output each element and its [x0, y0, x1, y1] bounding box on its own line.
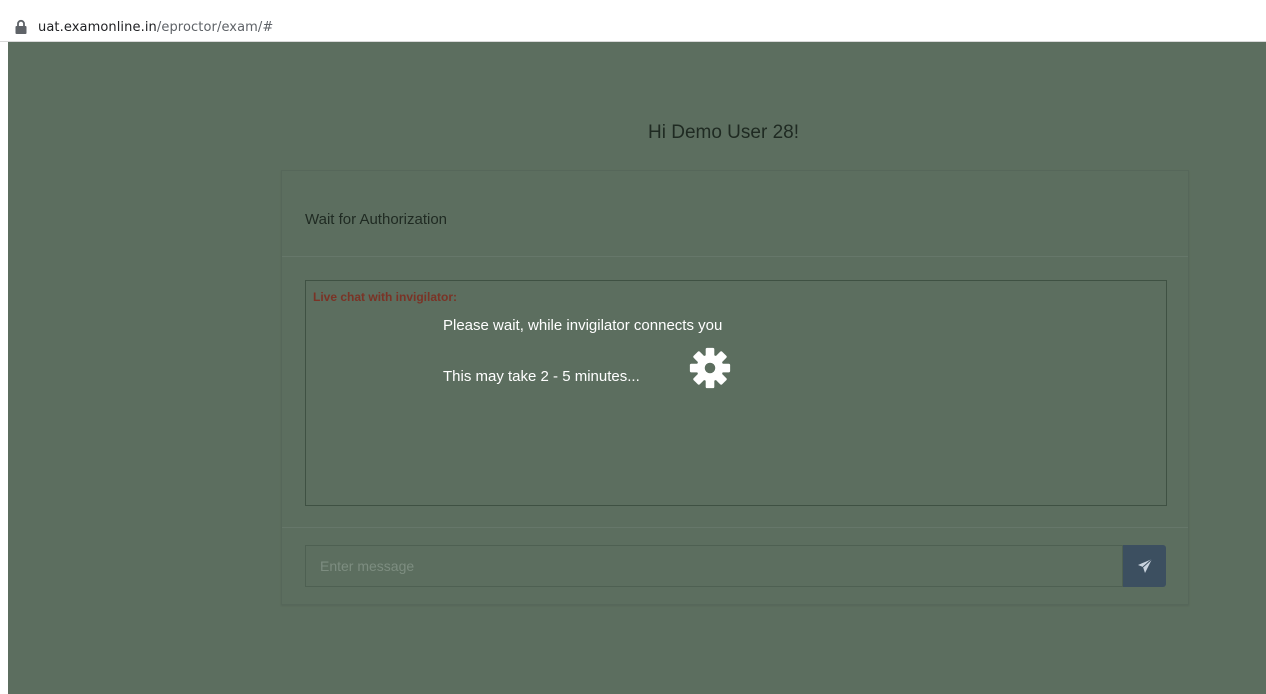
chat-label: Live chat with invigilator:: [313, 290, 458, 304]
greeting-heading: Hi Demo User 28!: [648, 122, 799, 143]
wait-message: Please wait, while invigilator connects …: [443, 317, 723, 334]
panel-header: Wait for Authorization: [282, 171, 1188, 257]
panel-title: Wait for Authorization: [305, 211, 448, 228]
url-host: uat.examonline.in: [38, 19, 157, 35]
panel-footer: [282, 527, 1188, 605]
page-content: Hi Demo User 28! Wait for Authorization …: [8, 42, 1266, 694]
address-bar[interactable]: uat.examonline.in/eproctor/exam/#: [0, 0, 1266, 42]
authorization-panel: Wait for Authorization Live chat with in…: [281, 170, 1189, 605]
url-row[interactable]: uat.examonline.in/eproctor/exam/#: [14, 17, 273, 37]
url-path: /eproctor/exam/#: [156, 19, 274, 35]
send-button[interactable]: [1123, 545, 1166, 587]
paper-plane-icon: [1137, 558, 1152, 573]
url-text[interactable]: uat.examonline.in/eproctor/exam/#: [38, 20, 273, 35]
message-input[interactable]: [305, 545, 1123, 587]
gear-icon: [689, 347, 731, 389]
chat-window: Live chat with invigilator: Please wait,…: [305, 280, 1167, 506]
lock-icon[interactable]: [14, 19, 28, 35]
duration-message: This may take 2 - 5 minutes...: [443, 368, 640, 385]
